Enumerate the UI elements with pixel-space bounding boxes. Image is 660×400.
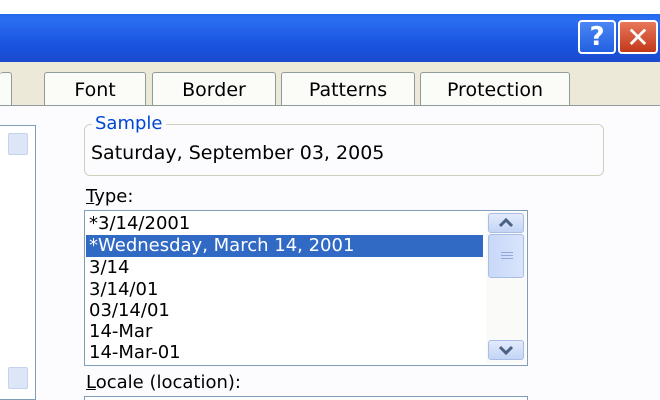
tab-border-label: Border	[182, 78, 246, 101]
scroll-down-button[interactable]	[488, 340, 524, 360]
help-button[interactable]: ?	[578, 20, 616, 54]
type-label-accel: T	[86, 186, 95, 207]
tab-protection[interactable]: Protection	[420, 72, 570, 106]
type-label-rest: ype:	[94, 186, 134, 207]
category-list[interactable]	[0, 125, 36, 400]
list-item[interactable]: 14-Mar	[86, 321, 483, 343]
thumb-grip	[501, 255, 513, 256]
category-scroll-up[interactable]	[8, 133, 28, 155]
title-bar-top-strip	[0, 0, 660, 14]
help-icon: ?	[589, 22, 605, 52]
tab-patterns-label: Patterns	[308, 78, 388, 101]
tab-font[interactable]: Font	[44, 72, 146, 106]
category-scroll-down[interactable]	[8, 367, 28, 389]
type-label: Type:	[86, 186, 133, 207]
thumb-grip	[501, 252, 513, 253]
list-item[interactable]: 3/14	[86, 257, 483, 279]
thumb-grip	[501, 258, 513, 259]
scroll-thumb[interactable]	[488, 234, 524, 278]
list-item[interactable]: 14-Mar-01	[86, 342, 483, 364]
chevron-up-icon	[498, 218, 514, 228]
list-item[interactable]: 3/14/01	[86, 279, 483, 301]
tab-divider	[0, 105, 660, 106]
tab-font-label: Font	[74, 78, 116, 101]
tab-number[interactable]	[0, 72, 12, 106]
list-item-selected[interactable]: *Wednesday, March 14, 2001	[86, 235, 483, 257]
close-icon: ✕	[626, 20, 650, 54]
sample-value: Saturday, September 03, 2005	[91, 142, 385, 164]
list-item[interactable]: *3/14/2001	[86, 213, 483, 235]
close-button[interactable]: ✕	[618, 20, 658, 54]
sample-legend: Sample	[92, 113, 166, 134]
title-bar: ? ✕	[0, 0, 660, 62]
tab-patterns[interactable]: Patterns	[281, 72, 415, 106]
scroll-up-button[interactable]	[488, 213, 524, 233]
tab-border[interactable]: Border	[152, 72, 276, 106]
locale-label-rest: ocale (location):	[95, 372, 241, 393]
locale-label-accel: L	[86, 372, 96, 393]
list-item[interactable]: 03/14/01	[86, 300, 483, 322]
locale-dropdown[interactable]	[84, 396, 528, 400]
locale-label: Locale (location):	[86, 372, 241, 393]
tab-protection-label: Protection	[446, 78, 544, 101]
chevron-down-icon	[498, 345, 514, 355]
